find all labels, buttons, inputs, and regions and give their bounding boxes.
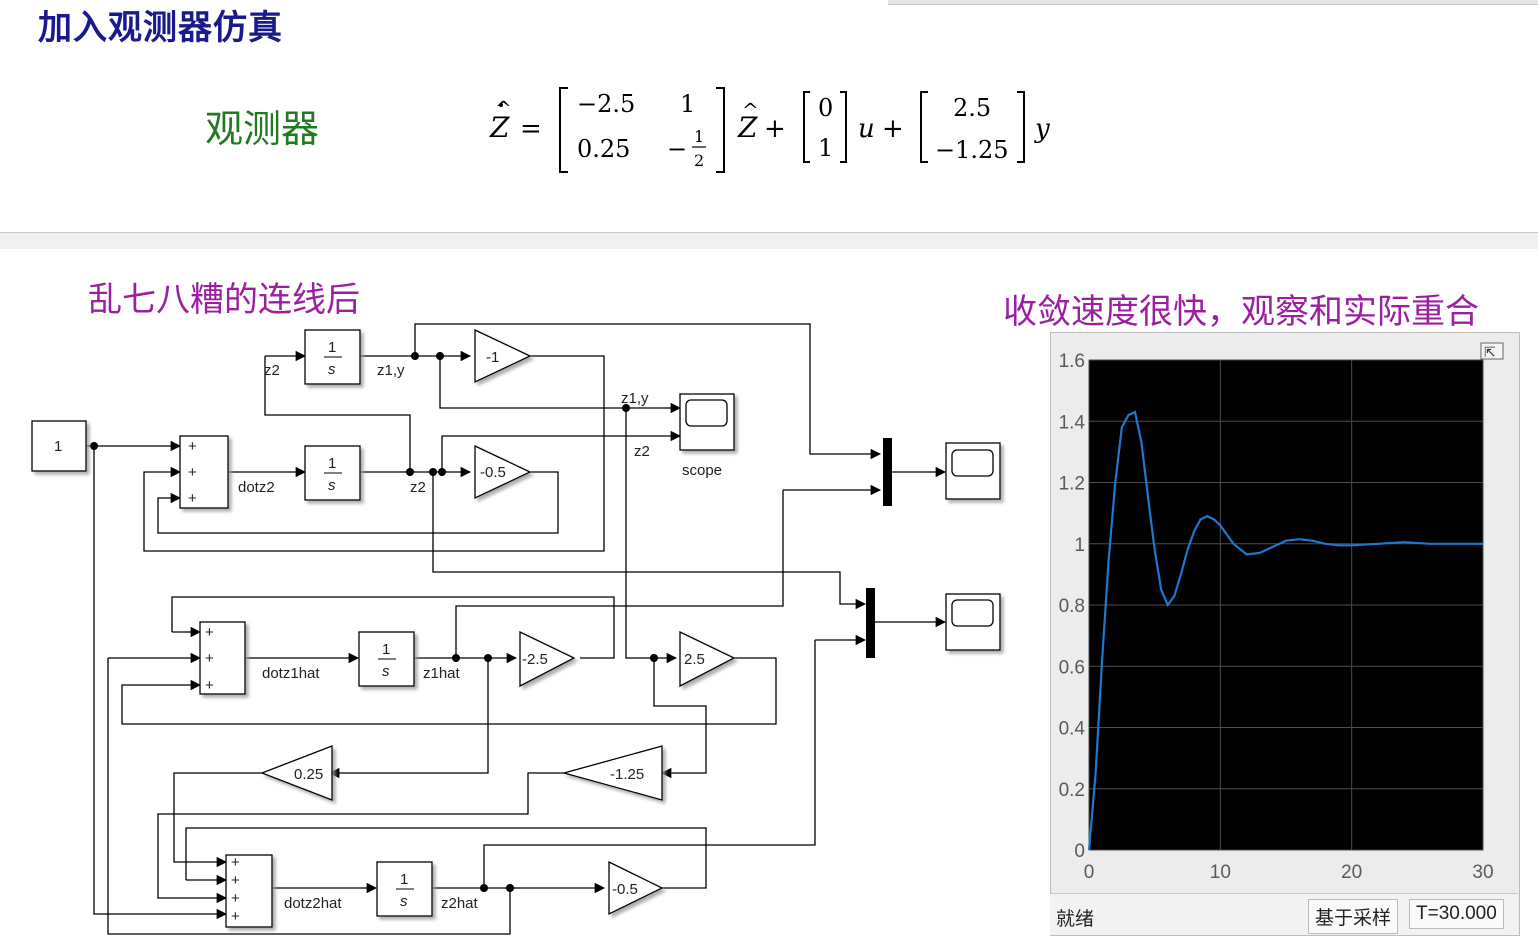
y-tick-label: 0.2 bbox=[1059, 780, 1085, 801]
gain-label: 2.5 bbox=[684, 651, 705, 668]
scope-name: scope bbox=[682, 462, 722, 479]
gain-label: -1.25 bbox=[610, 766, 644, 783]
b2: 1 bbox=[818, 134, 833, 162]
signal-label: z1hat bbox=[423, 665, 461, 682]
y-tick-label: 1.4 bbox=[1059, 412, 1086, 433]
svg-text:=: = bbox=[520, 114, 542, 144]
l1: 2.5 bbox=[953, 94, 991, 122]
signal-label: z2 bbox=[634, 443, 650, 460]
right-caption: 收敛速度很快，观察和实际重合 bbox=[1003, 292, 1479, 332]
half-numerator: 1 bbox=[694, 127, 704, 146]
plus-sign: + bbox=[231, 908, 240, 925]
plus-sign: + bbox=[205, 650, 214, 667]
y-tick-label: 1.2 bbox=[1059, 474, 1085, 495]
slide-separator bbox=[0, 232, 1538, 249]
svg-text:^: ^ bbox=[495, 96, 512, 120]
b1: 0 bbox=[818, 94, 833, 122]
signal-label: z1,y bbox=[621, 390, 649, 407]
plus-sign: + bbox=[231, 890, 240, 907]
a12: 1 bbox=[680, 90, 695, 118]
signal-label: z2 bbox=[264, 362, 280, 379]
x-tick-label: 20 bbox=[1341, 862, 1362, 883]
int4-num: 1 bbox=[400, 871, 408, 888]
signal-label: dotz1hat bbox=[262, 665, 320, 682]
y-tick-label: 1 bbox=[1074, 535, 1085, 556]
gain-minus-1[interactable] bbox=[474, 328, 532, 384]
x-tick-label: 0 bbox=[1084, 862, 1095, 883]
top-toolbar-strip bbox=[888, 0, 1538, 5]
gain-label: 0.25 bbox=[294, 766, 323, 783]
signal-label: dotz2 bbox=[238, 479, 275, 496]
svg-text:y: y bbox=[1034, 114, 1050, 144]
a11: −2.5 bbox=[577, 90, 635, 118]
plus-sign: + bbox=[188, 438, 197, 455]
int1-den: s bbox=[328, 361, 336, 378]
constant-value: 1 bbox=[54, 438, 62, 455]
y-tick-label: 1.6 bbox=[1059, 351, 1085, 372]
svg-text:u: u bbox=[858, 114, 875, 144]
plus-sign: + bbox=[205, 677, 214, 694]
plus-sign: + bbox=[188, 464, 197, 481]
signal-label: z1,y bbox=[377, 362, 405, 379]
int3-den: s bbox=[382, 663, 390, 680]
svg-text:+: + bbox=[882, 114, 904, 144]
signal-label: z2 bbox=[410, 479, 426, 496]
scope-plot[interactable]: ⇱ 0 10 20 30 0 0.2 0.4 0.6 0.8 1 1.2 1.4 1.6 bbox=[1051, 333, 1519, 893]
svg-text:^: ^ bbox=[742, 98, 759, 122]
int2-num: 1 bbox=[328, 455, 336, 472]
simulink-diagram[interactable]: 1 s 1 s 1 s 1 s 1 + + + + + + + + + + -1… bbox=[0, 300, 1020, 950]
gain-label: -0.5 bbox=[480, 464, 506, 481]
svg-text:+: + bbox=[764, 114, 786, 144]
y-tick-label: 0.8 bbox=[1059, 596, 1085, 617]
y-tick-label: 0.4 bbox=[1059, 719, 1086, 740]
int1-num: 1 bbox=[328, 339, 336, 356]
status-ready: 就绪 bbox=[1056, 908, 1095, 930]
signal-label: dotz2hat bbox=[284, 895, 342, 912]
plus-sign: + bbox=[231, 854, 240, 871]
mux-bar-1[interactable] bbox=[883, 438, 892, 506]
y-tick-label: 0.6 bbox=[1059, 657, 1085, 678]
plus-sign: + bbox=[188, 490, 197, 507]
scope-status-bar: 就绪 基于采样 T=30.000 bbox=[1050, 893, 1518, 935]
status-time: T=30.000 bbox=[1409, 899, 1504, 929]
int4-den: s bbox=[400, 893, 408, 910]
a21: 0.25 bbox=[577, 135, 630, 163]
int2-den: s bbox=[328, 477, 336, 494]
mux-bar-2[interactable] bbox=[866, 588, 875, 658]
observer-equation: Z ^ = −2.5 1 0.25 − 1 2 Z ^ + 0 1 u + 2.… bbox=[489, 87, 1050, 173]
plus-sign: + bbox=[231, 872, 240, 889]
status-sample-based[interactable]: 基于采样 bbox=[1308, 899, 1399, 934]
half-denominator: 2 bbox=[694, 151, 704, 170]
slide-title: 加入观测器仿真 bbox=[38, 8, 283, 48]
l2: −1.25 bbox=[935, 136, 1009, 164]
gain-label: -1 bbox=[486, 349, 499, 366]
scope-window[interactable]: ⇱ 0 10 20 30 0 0.2 0.4 0.6 0.8 1 1.2 1.4 1.6 bbox=[1050, 332, 1520, 936]
gain-label: -2.5 bbox=[522, 651, 548, 668]
int3-num: 1 bbox=[382, 641, 390, 658]
signal-label: z2hat bbox=[441, 895, 479, 912]
a22-sign: − bbox=[667, 135, 687, 163]
svg-text:⇱: ⇱ bbox=[1484, 345, 1496, 361]
observer-label: 观测器 bbox=[205, 107, 320, 151]
plus-sign: + bbox=[205, 624, 214, 641]
x-tick-label: 10 bbox=[1210, 862, 1231, 883]
gain-label: -0.5 bbox=[612, 881, 638, 898]
y-tick-label: 0 bbox=[1074, 841, 1085, 862]
x-tick-label: 30 bbox=[1472, 862, 1493, 883]
